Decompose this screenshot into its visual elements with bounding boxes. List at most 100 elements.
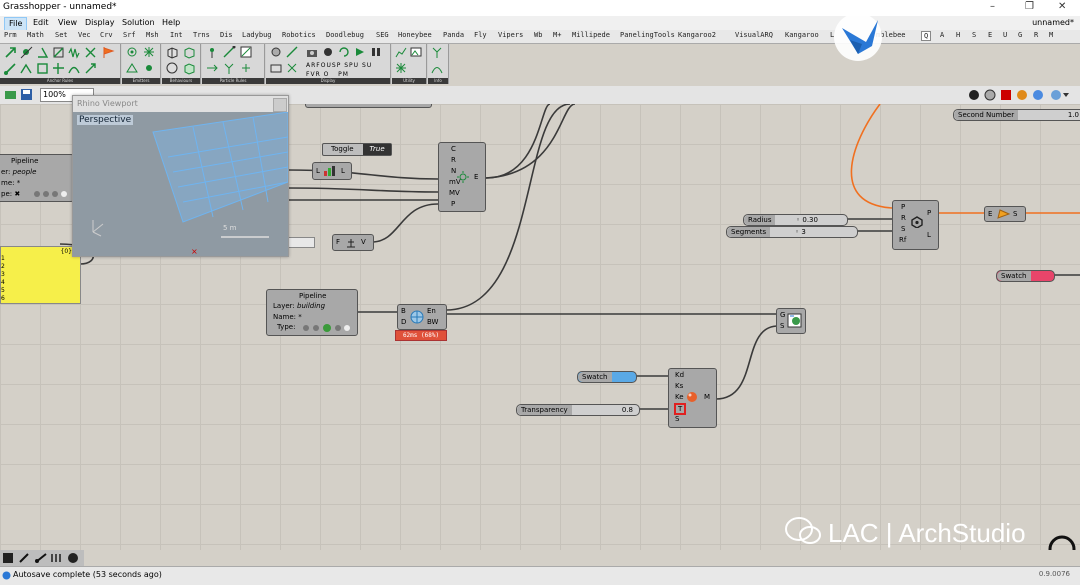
tab-trns[interactable]: Trns [193, 31, 210, 39]
tab-set[interactable]: Set [55, 31, 68, 39]
pipeline-component-building[interactable]: Pipeline Layer: building Name: * Type: [266, 289, 358, 336]
tab-fly[interactable]: Fly [474, 31, 487, 39]
tab-e[interactable]: E [988, 31, 992, 39]
preview-color-icon[interactable] [1016, 89, 1028, 101]
input-t-highlighted[interactable]: T [674, 403, 687, 415]
info-curve-icon[interactable] [431, 62, 444, 75]
tab-vec[interactable]: Vec [78, 31, 91, 39]
tab-panda[interactable]: Panda [443, 31, 464, 39]
tab-kangaroo[interactable]: Kangaroo [785, 31, 819, 39]
menu-view[interactable]: View [54, 17, 81, 29]
tab-a[interactable]: A [940, 31, 944, 39]
display-pipeline-component[interactable]: C R N mV MV P E [438, 142, 486, 212]
emitter-surface-icon[interactable] [126, 62, 139, 75]
cube-icon[interactable] [166, 46, 179, 59]
emitter-point-icon[interactable] [143, 62, 156, 75]
input-r[interactable]: R [901, 214, 906, 222]
tab-seg[interactable]: SEG [376, 31, 389, 39]
flag-icon[interactable] [102, 46, 115, 59]
menu-display[interactable]: Display [81, 17, 119, 29]
zoom-extents-icon[interactable] [66, 552, 80, 564]
brep-wire-component[interactable]: B D En BW [397, 304, 447, 330]
output-v[interactable]: V [361, 238, 366, 246]
menu-solution[interactable]: Solution [118, 17, 159, 29]
input-f[interactable]: F [336, 238, 340, 246]
input-n[interactable]: N [451, 167, 456, 175]
particle-link-icon[interactable] [223, 46, 236, 59]
output-s[interactable]: S [1013, 210, 1017, 218]
pipe-component[interactable]: P R S Rf P L [892, 200, 939, 250]
type-filter-icons[interactable] [301, 323, 351, 333]
anchor-icon[interactable] [4, 46, 17, 59]
pipeline-component-people[interactable]: Pipeline er: people me: * pe: ✖ [0, 154, 74, 202]
output-en[interactable]: En [427, 307, 436, 315]
navigation-circle-icon[interactable] [1047, 534, 1077, 550]
output-e[interactable]: E [474, 173, 478, 181]
settings-icon[interactable] [270, 46, 283, 59]
menu-file[interactable]: File [4, 17, 28, 31]
viewport-close-button[interactable] [273, 98, 287, 112]
minimize-button[interactable]: – [990, 1, 995, 12]
preview-shaded-icon[interactable] [968, 89, 980, 101]
transparency-slider[interactable]: Transparency 0.8 [516, 404, 640, 416]
display-mode-icon[interactable] [270, 62, 283, 75]
input-d[interactable]: D [401, 318, 406, 326]
tab-visualarq[interactable]: VisualARQ [735, 31, 773, 39]
pull-icon[interactable] [84, 46, 97, 59]
partial-slider[interactable] [288, 237, 315, 248]
output-bw[interactable]: BW [427, 318, 438, 326]
close-button[interactable]: ✕ [1058, 1, 1066, 12]
tab-srf[interactable]: Srf [123, 31, 136, 39]
input-s[interactable]: S [780, 322, 784, 330]
input-s[interactable]: S [901, 225, 905, 233]
tab-u[interactable]: U [1003, 31, 1007, 39]
input-r[interactable]: R [451, 156, 456, 164]
material-component[interactable]: Kd Ks Ke T S M [668, 368, 717, 428]
toggle-value[interactable]: True [363, 144, 391, 155]
output-m[interactable]: M [704, 393, 710, 401]
preview-wire-icon[interactable] [984, 89, 996, 101]
axis-icon[interactable] [52, 62, 65, 75]
input-p[interactable]: P [451, 200, 455, 208]
brush-icon[interactable] [34, 552, 48, 564]
particle-rule-icon[interactable] [206, 46, 219, 59]
preview-mesh-icon[interactable] [1032, 89, 1044, 101]
menu-edit[interactable]: Edit [29, 17, 53, 29]
record-icon[interactable] [322, 46, 335, 59]
vector-icon[interactable] [4, 62, 17, 75]
tab-mplus[interactable]: M+ [553, 31, 561, 39]
tab-robotics[interactable]: Robotics [282, 31, 316, 39]
tab-prm[interactable]: Prm [4, 31, 17, 39]
boolean-toggle[interactable]: Toggle True [322, 143, 392, 156]
tab-r[interactable]: R [1034, 31, 1038, 39]
partial-component[interactable] [305, 104, 432, 108]
tab-h[interactable]: H [956, 31, 960, 39]
segments-slider[interactable]: Segments ◦ 3 [726, 226, 858, 238]
open-file-icon[interactable] [4, 88, 17, 101]
utility-star-icon[interactable] [395, 62, 408, 75]
arrow-icon[interactable] [84, 62, 97, 75]
maximize-button[interactable]: ❐ [1025, 1, 1034, 12]
slider-value[interactable]: 1.0 [1068, 110, 1079, 120]
emitter-burst-icon[interactable] [143, 46, 156, 59]
sphere-icon[interactable] [166, 62, 179, 75]
tab-dis[interactable]: Dis [220, 31, 233, 39]
input-s[interactable]: S [675, 415, 679, 423]
menu-help[interactable]: Help [158, 17, 184, 29]
tab-kangaroo2[interactable]: Kangaroo2 [678, 31, 716, 39]
radius-slider[interactable]: Radius ◦ 0.30 [743, 214, 848, 226]
align-icon[interactable] [50, 552, 62, 564]
step-icon[interactable] [354, 46, 367, 59]
input-ke[interactable]: Ke [675, 393, 684, 401]
panel-toggle-icon[interactable] [2, 552, 14, 564]
output-l[interactable]: L [927, 231, 931, 239]
tab-millipede[interactable]: Millipede [572, 31, 610, 39]
viewport-canvas[interactable]: × Perspective 5 m [73, 112, 288, 256]
tab-msh[interactable]: Msh [146, 31, 159, 39]
swatch-blue[interactable]: Swatch [577, 371, 637, 383]
tab-m[interactable]: M [1049, 31, 1053, 39]
tab-honeybee[interactable]: Honeybee [398, 31, 432, 39]
graph-icon[interactable] [395, 46, 408, 59]
particle-arrow-icon[interactable] [206, 62, 219, 75]
pause-icon[interactable] [370, 46, 383, 59]
